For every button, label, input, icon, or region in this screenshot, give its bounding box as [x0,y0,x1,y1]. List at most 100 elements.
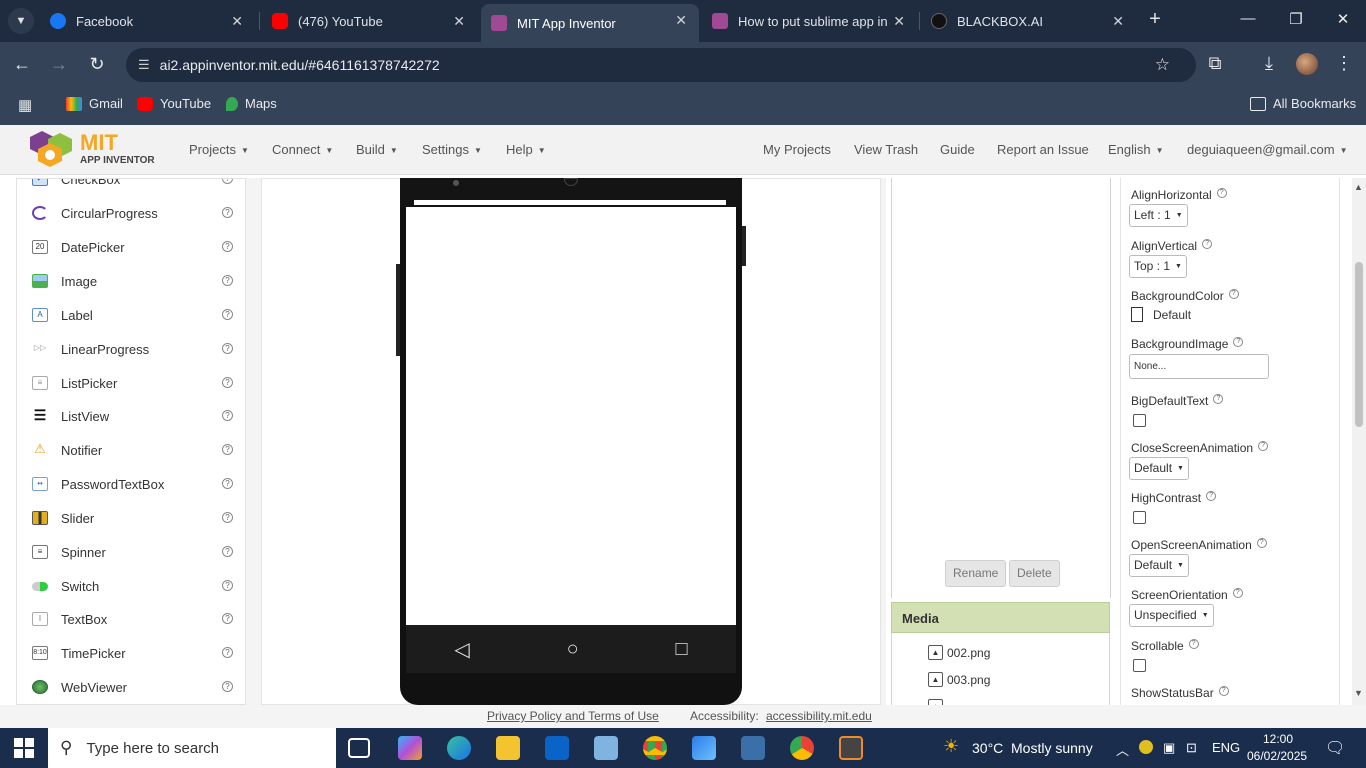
palette-item-slider[interactable]: Slider ? [17,501,245,535]
palette-item-circularprogress[interactable]: CircularProgress ? [17,196,245,230]
mit-app-inventor-logo[interactable]: MIT APP INVENTOR [28,129,158,171]
close-tab-icon[interactable]: ✕ [1112,13,1124,30]
help-icon[interactable]: ? [1256,538,1267,548]
help-icon[interactable]: ? [222,647,233,658]
tab-facebook[interactable]: Facebook ✕ [40,5,255,37]
bookmark-maps[interactable]: Maps [226,96,277,111]
clock-date[interactable]: 06/02/2025 [1247,749,1307,763]
close-screen-animation-dropdown[interactable]: Default ▼ [1129,457,1189,480]
url-text[interactable]: ai2.appinventor.mit.edu/#646116137874227… [160,57,440,73]
tab-sublime-howto[interactable]: How to put sublime app in ✕ [702,5,917,37]
weather-temp[interactable]: 30°C [972,740,1003,756]
menu-connect[interactable]: Connect ▼ [272,142,333,157]
help-icon[interactable]: ? [222,613,233,624]
scrollable-checkbox[interactable] [1133,659,1146,672]
privacy-policy-link[interactable]: Privacy Policy and Terms of Use [487,709,659,723]
all-bookmarks[interactable]: All Bookmarks [1250,96,1356,111]
outlook-icon[interactable] [545,736,569,760]
palette-item-listview[interactable]: ☰ ListView ? [17,399,245,433]
weather-sun-icon[interactable]: ☀ [943,736,959,757]
help-icon[interactable]: ? [1213,394,1224,404]
help-icon[interactable]: ? [1233,337,1244,347]
help-icon[interactable]: ? [222,410,233,421]
palette-item-webviewer[interactable]: WebViewer ? [17,670,245,704]
align-horizontal-dropdown[interactable]: Left : 1 ▼ [1129,204,1188,227]
extensions-icon[interactable]: ⧉ [1203,53,1227,74]
forward-arrow-icon[interactable]: → [47,54,71,75]
sublime-text-icon[interactable] [839,736,863,760]
help-icon[interactable]: ? [1232,588,1243,598]
minimize-icon[interactable]: — [1233,10,1263,27]
help-icon[interactable]: ? [222,580,233,591]
tab-blackbox[interactable]: BLACKBOX.AI ✕ [921,5,1136,37]
copilot-icon[interactable] [398,736,422,760]
profile-avatar[interactable] [1296,53,1318,75]
help-icon[interactable]: ? [222,377,233,388]
download-icon[interactable]: ⤓ [1257,53,1281,74]
file-explorer-icon[interactable] [496,736,520,760]
chrome-icon[interactable] [643,736,667,760]
link-my-projects[interactable]: My Projects [763,142,831,157]
windows-start-icon[interactable] [14,738,34,758]
scroll-up-arrow-icon[interactable]: ▲ [1354,182,1363,192]
calculator-icon[interactable] [741,736,765,760]
language-menu[interactable]: English ▼ [1108,142,1164,157]
close-tab-icon[interactable]: ✕ [893,13,905,30]
back-arrow-icon[interactable]: ← [10,54,34,75]
help-icon[interactable]: ? [222,444,233,455]
reload-icon[interactable]: ↻ [85,54,109,75]
language-indicator[interactable]: ENG [1212,740,1240,755]
link-view-trash[interactable]: View Trash [854,142,918,157]
tab-mit-app-inventor[interactable]: MIT App Inventor ✕ [481,4,699,42]
close-tab-icon[interactable]: ✕ [675,12,687,29]
weather-text[interactable]: Mostly sunny [1011,740,1093,756]
help-icon[interactable]: ? [1188,639,1199,649]
link-report-issue[interactable]: Report an Issue [997,142,1089,157]
network-icon[interactable]: ⊡ [1186,740,1197,756]
taskbar-search[interactable]: ⚲ Type here to search [48,728,336,768]
help-icon[interactable]: ? [222,207,233,218]
palette-item-timepicker[interactable]: 8:10 TimePicker ? [17,636,245,670]
palette-item-linearprogress[interactable]: ▷▷ LinearProgress ? [17,332,245,366]
screen-orientation-dropdown[interactable]: Unspecified ▼ [1129,604,1214,627]
palette-item-checkbox[interactable]: ✔ CheckBox ? [17,179,245,196]
palette-item-image[interactable]: Image ? [17,264,245,298]
account-menu[interactable]: deguiaqueen@gmail.com ▼ [1187,142,1348,157]
palette-item-datepicker[interactable]: 20 DatePicker ? [17,230,245,264]
tab-youtube[interactable]: (476) YouTube ✕ [262,5,477,37]
phone-screen[interactable] [406,207,736,625]
menu-build[interactable]: Build ▼ [356,142,398,157]
site-settings-icon[interactable]: ☰ [138,57,150,73]
rename-button[interactable]: Rename [945,560,1007,587]
close-tab-icon[interactable]: ✕ [453,13,465,30]
kebab-menu-icon[interactable]: ⋮ [1332,53,1356,74]
restore-icon[interactable]: ❐ [1281,10,1311,28]
help-icon[interactable]: ? [222,681,233,692]
tab-search-chevron-icon[interactable]: ▼ [8,8,34,34]
menu-settings[interactable]: Settings ▼ [422,142,482,157]
accessibility-link[interactable]: accessibility.mit.edu [766,709,872,723]
help-icon[interactable]: ? [1218,686,1229,696]
scroll-down-arrow-icon[interactable]: ▼ [1354,688,1363,698]
close-tab-icon[interactable]: ✕ [231,13,243,30]
align-vertical-dropdown[interactable]: Top : 1 ▼ [1129,255,1187,278]
open-screen-animation-dropdown[interactable]: Default ▼ [1129,554,1189,577]
store-icon[interactable] [692,736,716,760]
palette-item-label[interactable]: A Label ? [17,298,245,332]
media-item[interactable]: ▲ 002.png [928,645,990,660]
high-contrast-checkbox[interactable] [1133,511,1146,524]
task-view-icon[interactable] [348,738,370,758]
help-icon[interactable]: ? [1258,441,1269,451]
help-icon[interactable]: ? [1206,491,1217,501]
help-icon[interactable]: ? [1216,188,1227,198]
clock-time[interactable]: 12:00 [1263,732,1293,746]
help-icon[interactable]: ? [1228,289,1239,299]
help-icon[interactable]: ? [222,275,233,286]
palette-item-switch[interactable]: Switch ? [17,569,245,603]
apps-grid-icon[interactable]: ▦ [18,96,32,114]
bookmark-gmail[interactable]: Gmail [66,96,123,111]
new-tab-plus-icon[interactable]: + [1143,8,1167,31]
show-hidden-icons-chevron-icon[interactable]: ︿ [1116,740,1129,759]
help-icon[interactable]: ? [222,478,233,489]
control-panel-icon[interactable] [594,736,618,760]
